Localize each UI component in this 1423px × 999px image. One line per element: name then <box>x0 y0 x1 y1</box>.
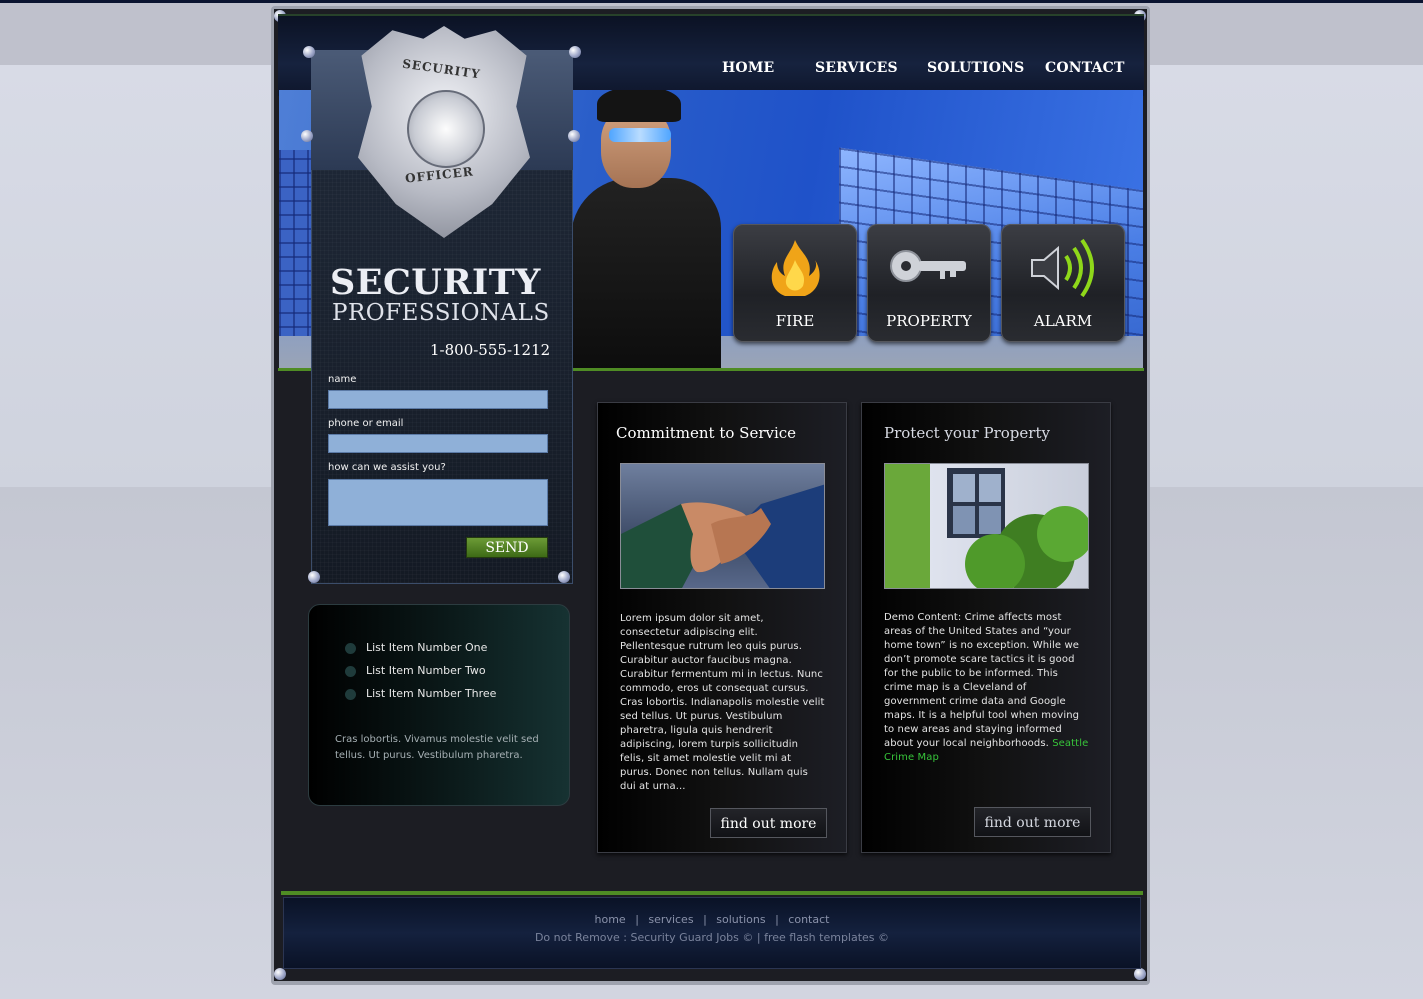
flame-icon <box>733 236 857 314</box>
list-panel <box>308 604 570 806</box>
house-image <box>884 463 1089 589</box>
service-label: ALARM <box>1033 312 1093 330</box>
bullet-icon <box>345 643 356 654</box>
rivet-icon <box>301 130 313 142</box>
contact-input[interactable] <box>328 434 548 453</box>
rivet-icon <box>568 130 580 142</box>
bullet-icon <box>345 689 356 700</box>
rivet-icon <box>569 46 581 58</box>
content-body-text: Demo Content: Crime affects most areas o… <box>884 612 1080 749</box>
rivet-icon <box>303 46 315 58</box>
nav-contact[interactable]: CONTACT <box>1045 60 1125 78</box>
nav-services[interactable]: SERVICES <box>815 60 898 78</box>
nav-solutions[interactable]: SOLUTIONS <box>927 60 1024 78</box>
service-label: FIRE <box>775 312 815 330</box>
service-alarm[interactable]: ALARM <box>1001 224 1125 342</box>
key-icon <box>867 236 991 314</box>
handshake-image <box>620 463 825 589</box>
message-textarea[interactable] <box>328 479 548 526</box>
list-description: Cras lobortis. Vivamus molestie velit se… <box>335 734 539 761</box>
brand-title: SECURITY <box>330 262 541 303</box>
find-out-more-button[interactable]: find out more <box>974 807 1091 837</box>
list-item: List Item Number Three <box>366 687 497 700</box>
list-item: List Item Number Two <box>366 664 486 677</box>
content-body: Demo Content: Crime affects most areas o… <box>884 611 1089 765</box>
footer-divider <box>281 891 1143 895</box>
message-label: how can we assist you? <box>328 462 446 473</box>
find-out-more-button[interactable]: find out more <box>710 808 827 838</box>
rivet-icon <box>274 968 286 980</box>
footer-link-solutions[interactable]: solutions <box>716 913 765 926</box>
send-button[interactable]: SEND <box>466 537 548 558</box>
service-fire[interactable]: FIRE <box>733 224 857 342</box>
service-label: PROPERTY <box>886 312 972 330</box>
guard-body <box>571 178 721 368</box>
footer-nav: home | services | solutions | contact <box>283 913 1141 926</box>
guard-cap <box>597 90 681 122</box>
list-item: List Item Number One <box>366 641 488 654</box>
eagle-seal-icon <box>407 90 485 168</box>
name-input[interactable] <box>328 390 548 409</box>
footer-link-contact[interactable]: contact <box>788 913 829 926</box>
footer-link-services[interactable]: services <box>648 913 693 926</box>
footer-separator: | <box>703 913 707 926</box>
content-title: Protect your Property <box>884 424 1050 442</box>
bullet-icon <box>345 666 356 677</box>
rivet-icon <box>1134 968 1146 980</box>
phone-number: 1-800-555-1212 <box>430 341 551 359</box>
rivet-icon <box>558 571 570 583</box>
contact-label: phone or email <box>328 418 404 429</box>
footer-copyright: Do not Remove : Security Guard Jobs © | … <box>534 931 890 944</box>
name-label: name <box>328 374 357 385</box>
service-property[interactable]: PROPERTY <box>867 224 991 342</box>
content-title: Commitment to Service <box>616 424 797 442</box>
brand-subtitle: PROFESSIONALS <box>332 300 550 326</box>
footer-link-home[interactable]: home <box>595 913 626 926</box>
content-body: Lorem ipsum dolor sit amet, consectetur … <box>620 613 825 792</box>
guard-glasses <box>609 128 671 142</box>
speaker-icon <box>1001 236 1125 314</box>
nav-home[interactable]: HOME <box>722 60 774 78</box>
footer-separator: | <box>775 913 779 926</box>
rivet-icon <box>308 571 320 583</box>
footer-separator: | <box>635 913 639 926</box>
